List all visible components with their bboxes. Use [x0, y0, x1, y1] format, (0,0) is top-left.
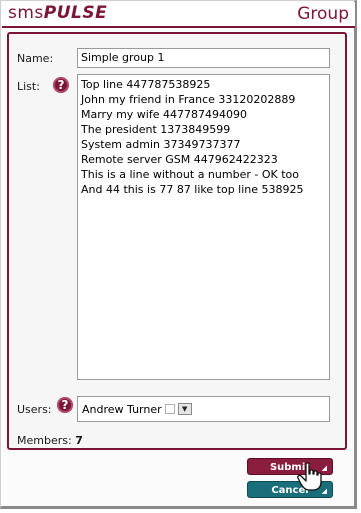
list-label: List:: [17, 80, 40, 93]
list-line: Remote server GSM 447962422323: [81, 153, 278, 166]
name-label: Name:: [17, 52, 54, 65]
hand-pointer-icon: [297, 462, 322, 491]
chevron-down-icon[interactable]: ▼: [177, 403, 192, 415]
group-form-panel: Name: Simple group 1 List: ? Top line 44…: [7, 32, 347, 450]
members-info: Members: 7: [17, 434, 83, 447]
list-line: System admin 37349737377: [81, 138, 241, 151]
help-icon[interactable]: ?: [57, 397, 73, 413]
list-line: John my friend in France 33120202889: [81, 93, 296, 106]
list-textarea[interactable]: Top line 447787538925 John my friend in …: [77, 74, 330, 380]
selected-user: Andrew Turner: [82, 402, 162, 416]
help-icon[interactable]: ?: [53, 77, 69, 93]
users-field[interactable]: Andrew Turner ▼: [77, 396, 330, 422]
name-field[interactable]: Simple group 1: [77, 48, 330, 68]
members-label: Members:: [17, 434, 72, 447]
list-line: This is a line without a number - OK too: [81, 168, 299, 181]
user-pick: Andrew Turner ▼: [82, 401, 192, 417]
header-divider: [2, 26, 355, 28]
list-line: And 44 this is 77 87 like top line 53892…: [81, 183, 304, 196]
logo-pulse: PULSE: [43, 3, 108, 23]
list-line: The president 1373849599: [81, 123, 231, 136]
logo: smsPULSE: [8, 3, 107, 23]
list-line: Top line 447787538925: [81, 78, 211, 91]
page-title: Group: [297, 4, 349, 24]
user-remove-box[interactable]: [164, 404, 175, 414]
users-label: Users:: [17, 403, 52, 416]
logo-sms: sms: [8, 3, 44, 23]
list-line: Marry my wife 447787494090: [81, 108, 247, 121]
members-count: 7: [75, 434, 83, 447]
window-frame: smsPULSE Group Name: Simple group 1 List…: [0, 0, 357, 509]
header: smsPULSE Group: [2, 2, 355, 26]
